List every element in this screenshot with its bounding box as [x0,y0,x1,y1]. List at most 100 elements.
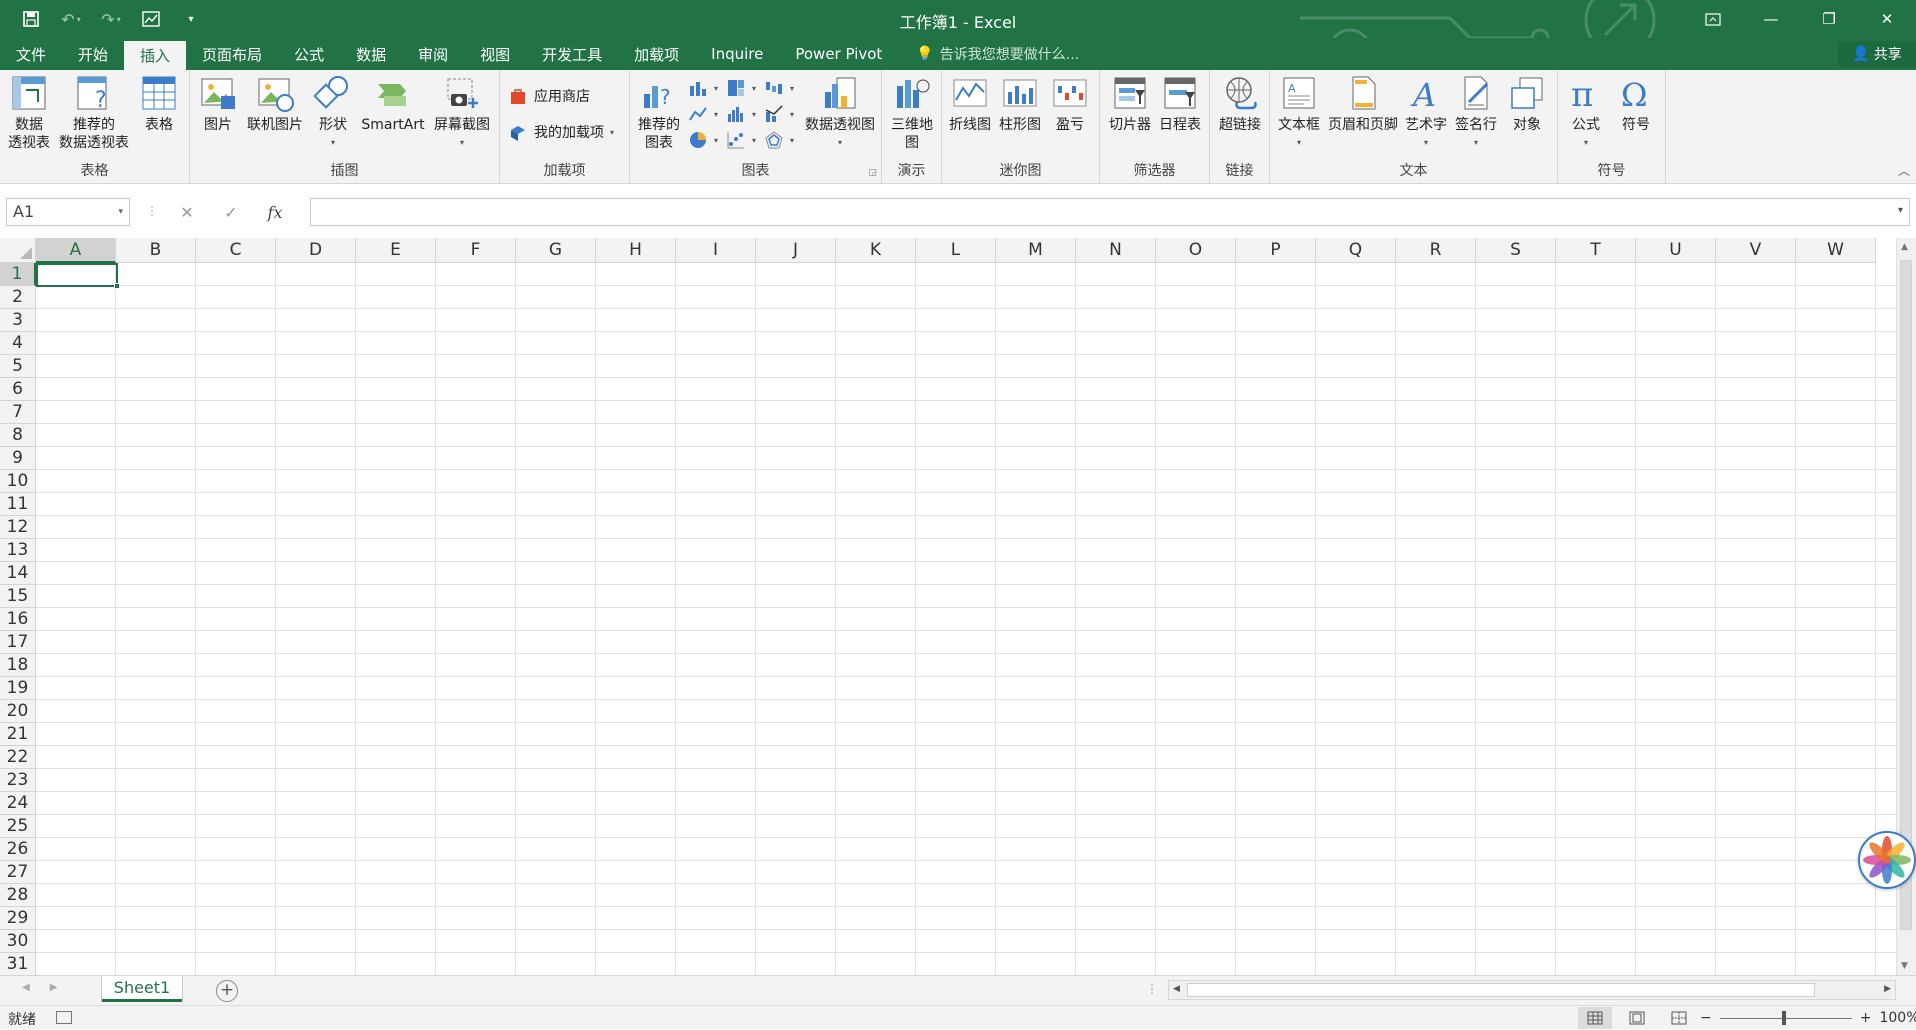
row-header-21[interactable]: 21 [0,723,36,746]
column-header-n[interactable]: N [1076,238,1156,263]
column-header-t[interactable]: T [1556,238,1636,263]
3d-map-button[interactable]: 三维地 图 [886,74,938,152]
line-chart-button[interactable]: ▾ [688,104,718,124]
row-header-4[interactable]: 4 [0,332,36,355]
zoom-level[interactable]: 100% [1879,1010,1916,1026]
zoom-out-icon[interactable]: − [1700,1010,1712,1026]
row-header-14[interactable]: 14 [0,562,36,585]
row-header-31[interactable]: 31 [0,953,36,975]
wordart-button[interactable]: A 艺术字 ▾ [1402,74,1450,152]
row-header-10[interactable]: 10 [0,470,36,493]
column-header-o[interactable]: O [1156,238,1236,263]
sheet-prev-icon[interactable]: ◀ [22,982,30,993]
scatter-chart-button[interactable]: ▾ [726,130,756,150]
pictures-button[interactable]: 图片 [196,74,240,134]
column-header-m[interactable]: M [996,238,1076,263]
store-button[interactable]: 应用商店 [508,86,590,106]
tab-insert[interactable]: 插入 [124,41,187,70]
horizontal-scrollbar[interactable]: ◀ ▶ [1168,980,1896,1000]
tab-power-pivot[interactable]: Power Pivot [779,38,898,70]
row-header-22[interactable]: 22 [0,746,36,769]
sparkline-winloss-button[interactable]: 盈亏 [1046,74,1094,134]
column-header-a[interactable]: A [36,238,116,263]
column-header-b[interactable]: B [116,238,196,263]
waterfall-chart-button[interactable]: ▾ [764,78,794,98]
column-header-e[interactable]: E [356,238,436,263]
row-header-13[interactable]: 13 [0,539,36,562]
tab-file[interactable]: 文件 [0,38,62,70]
tab-review[interactable]: 审阅 [402,38,464,70]
zoom-slider[interactable] [1719,1010,1852,1025]
header-footer-button[interactable]: 页眉和页脚 [1326,74,1400,134]
statistic-chart-button[interactable]: ▾ [726,104,756,124]
tab-view[interactable]: 视图 [464,38,526,70]
name-box[interactable]: A1 ▾ [6,198,130,226]
online-pictures-button[interactable]: 联机图片 [242,74,308,134]
my-addins-button[interactable]: 我的加载项 ▾ [508,122,614,142]
row-header-19[interactable]: 19 [0,677,36,700]
enter-icon[interactable]: ✓ [212,198,250,226]
sheet-next-icon[interactable]: ▶ [50,982,58,993]
restore-icon[interactable]: ❐ [1800,0,1858,38]
formula-bar-splitter[interactable]: ⋮ [146,204,158,218]
tab-home[interactable]: 开始 [62,38,124,70]
sparkline-line-button[interactable]: 折线图 [946,74,994,134]
column-header-c[interactable]: C [196,238,276,263]
zoom-in-icon[interactable]: + [1860,1010,1872,1026]
floating-assistant-button[interactable] [1858,831,1916,889]
horizontal-scroll-thumb[interactable] [1187,983,1815,997]
row-header-28[interactable]: 28 [0,884,36,907]
name-box-dropdown-icon[interactable]: ▾ [118,199,123,225]
table-button[interactable]: 表格 [136,74,182,134]
row-header-25[interactable]: 25 [0,815,36,838]
macro-record-icon[interactable] [56,1011,72,1024]
tab-addins[interactable]: 加载项 [618,38,695,70]
equation-button[interactable]: π 公式 ▾ [1562,74,1610,152]
column-header-j[interactable]: J [756,238,836,263]
shapes-button[interactable]: 形状 ▾ [310,74,356,152]
tell-me-box[interactable]: 💡 告诉我您想要做什么... [898,38,1079,70]
row-header-27[interactable]: 27 [0,861,36,884]
row-header-29[interactable]: 29 [0,907,36,930]
row-header-20[interactable]: 20 [0,700,36,723]
smartart-button[interactable]: SmartArt [358,74,428,134]
hyperlink-button[interactable]: 超链接 [1214,74,1266,134]
column-header-k[interactable]: K [836,238,916,263]
row-header-5[interactable]: 5 [0,355,36,378]
formula-input[interactable]: ▾ [310,198,1910,226]
column-header-i[interactable]: I [676,238,756,263]
recommended-charts-button[interactable]: ? 推荐的 图表 [634,74,684,152]
cell-area[interactable] [36,263,1896,975]
row-header-18[interactable]: 18 [0,654,36,677]
textbox-button[interactable]: A 文本框 ▾ [1274,74,1324,152]
combo-chart-button[interactable]: ▾ [764,104,794,124]
close-icon[interactable]: ✕ [1858,0,1916,38]
column-header-u[interactable]: U [1636,238,1716,263]
row-header-12[interactable]: 12 [0,516,36,539]
column-header-l[interactable]: L [916,238,996,263]
pivot-table-button[interactable]: 数据 透视表 [4,74,54,152]
page-break-view-icon[interactable] [1662,1007,1696,1029]
column-header-q[interactable]: Q [1316,238,1396,263]
column-header-s[interactable]: S [1476,238,1556,263]
column-header-w[interactable]: W [1796,238,1876,263]
timeline-button[interactable]: 日程表 [1156,74,1204,134]
row-header-8[interactable]: 8 [0,424,36,447]
share-button[interactable]: 👤 共享 [1838,41,1916,67]
row-header-15[interactable]: 15 [0,585,36,608]
recommended-pivot-button[interactable]: ? 推荐的 数据透视表 [56,74,132,152]
new-sheet-button[interactable]: + [216,980,238,1002]
tab-page-layout[interactable]: 页面布局 [186,38,278,70]
scroll-up-icon[interactable]: ▲ [1901,242,1908,252]
sparkline-column-button[interactable]: 柱形图 [996,74,1044,134]
scroll-left-icon[interactable]: ◀ [1173,984,1180,994]
row-header-16[interactable]: 16 [0,608,36,631]
row-header-2[interactable]: 2 [0,286,36,309]
hierarchy-chart-button[interactable]: ▾ [726,78,756,98]
row-header-24[interactable]: 24 [0,792,36,815]
row-header-3[interactable]: 3 [0,309,36,332]
fill-handle[interactable] [114,283,120,289]
tab-split-handle[interactable]: ⋮ [1146,982,1158,996]
insert-function-button[interactable]: fx [256,198,294,226]
row-header-30[interactable]: 30 [0,930,36,953]
